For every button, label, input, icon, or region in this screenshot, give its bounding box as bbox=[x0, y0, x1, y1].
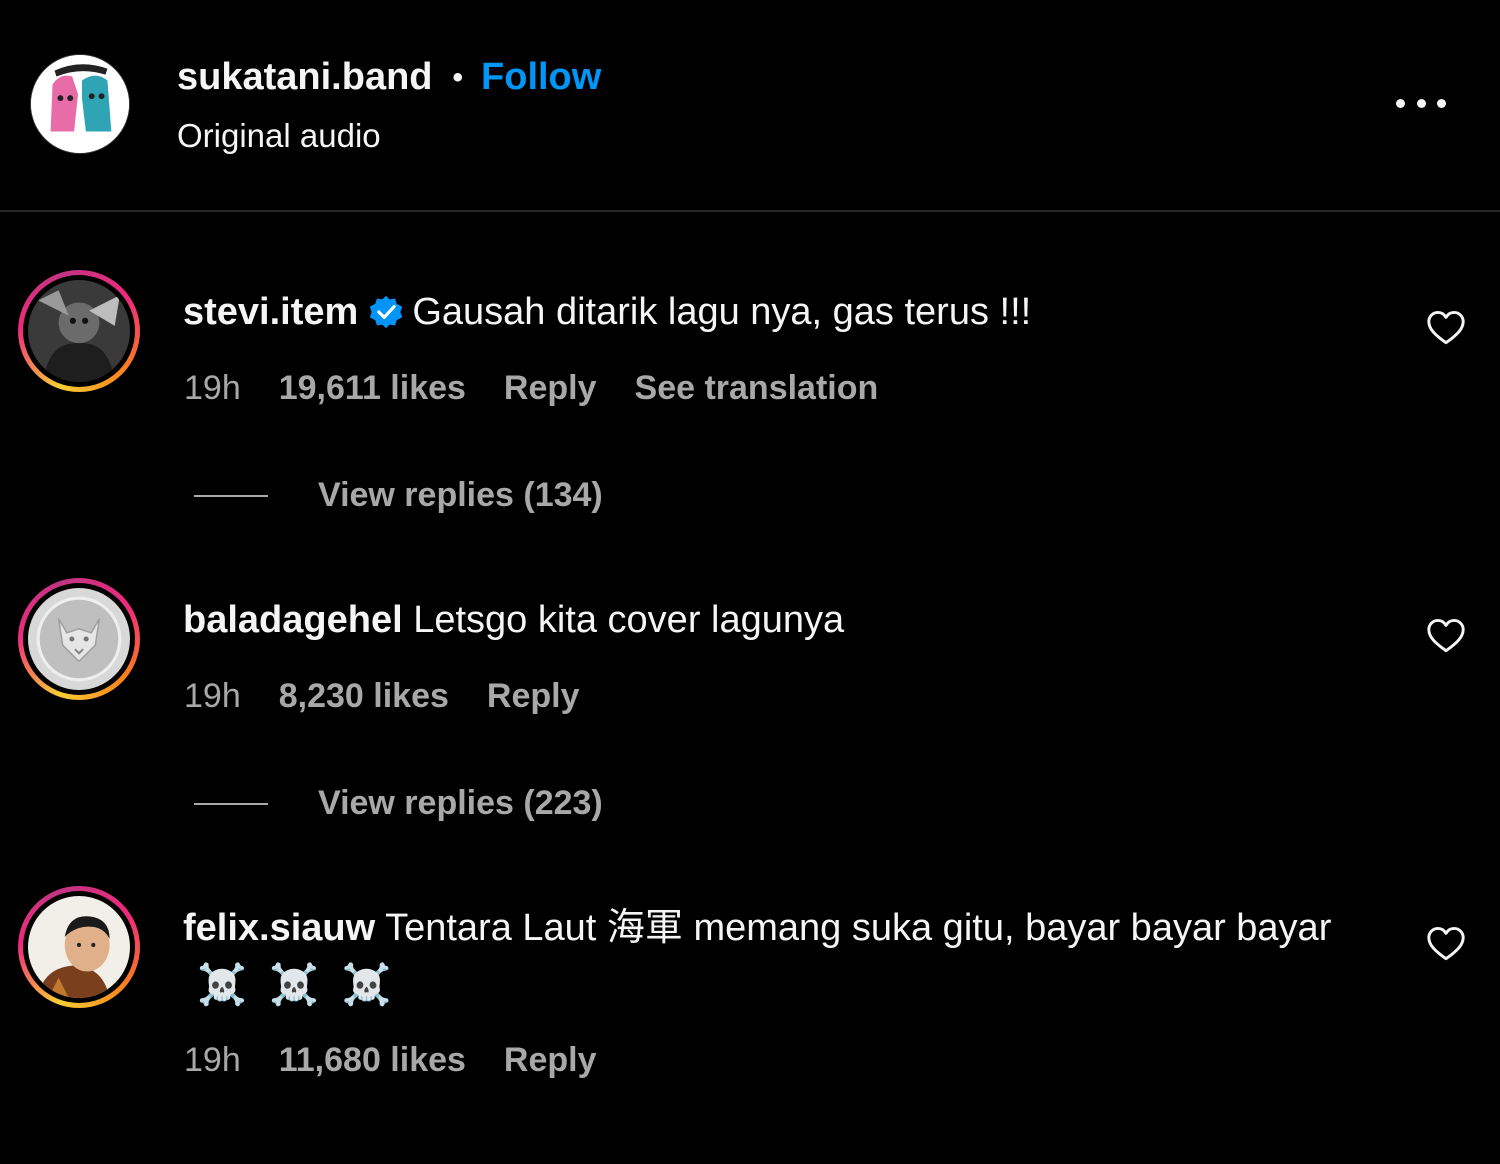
comment-body: Letsgo kita cover lagunya bbox=[413, 599, 845, 641]
avatar-border bbox=[23, 891, 135, 1003]
comment-username[interactable]: felix.siauw bbox=[183, 907, 375, 949]
see-translation-button[interactable]: See translation bbox=[635, 369, 879, 408]
comment-text: baladagehel Letsgo kita cover lagunya bbox=[183, 592, 1363, 649]
comment-username[interactable]: stevi.item bbox=[183, 291, 358, 333]
skull-emoji-icon: ☠️ bbox=[197, 963, 247, 1007]
view-replies-label: View replies (134) bbox=[318, 476, 603, 514]
avatar-image bbox=[28, 280, 130, 382]
skull-emoji-icon: ☠️ bbox=[269, 963, 320, 1007]
avatar-border bbox=[23, 275, 135, 387]
comment-username[interactable]: baladagehel bbox=[183, 599, 403, 641]
more-dot bbox=[1437, 98, 1446, 108]
comment-meta: 19h 11,680 likes Reply bbox=[184, 1041, 635, 1080]
view-replies-label: View replies (223) bbox=[318, 784, 603, 822]
comment-body: Tentara Laut 海軍 memang suka gitu, bayar … bbox=[385, 907, 1332, 949]
post-username[interactable]: sukatani.band bbox=[177, 56, 433, 99]
audio-label[interactable]: Original audio bbox=[177, 117, 381, 155]
avatar bbox=[28, 588, 130, 690]
separator-dot: • bbox=[452, 60, 464, 94]
story-ring[interactable] bbox=[18, 578, 140, 700]
follow-button[interactable]: Follow bbox=[481, 56, 601, 99]
comment-body: Gausah ditarik lagu nya, gas terus !!! bbox=[412, 291, 1032, 333]
avatar bbox=[28, 280, 130, 382]
post-header: sukatani.band • Follow Original audio bbox=[0, 0, 1500, 212]
band-avatar-image bbox=[31, 55, 129, 153]
comment-meta: 19h 19,611 likes Reply See translation bbox=[184, 369, 878, 408]
comment-time[interactable]: 19h bbox=[184, 677, 241, 716]
heart-icon[interactable] bbox=[1426, 618, 1466, 654]
comment-likes[interactable]: 11,680 likes bbox=[279, 1041, 466, 1080]
skull-emoji-icon: ☠️ bbox=[341, 963, 392, 1007]
comment-text: stevi.item Gausah ditarik lagu nya, gas t… bbox=[183, 284, 1363, 341]
view-replies-button[interactable]: View replies (134) bbox=[194, 476, 603, 515]
reply-button[interactable]: Reply bbox=[504, 369, 597, 408]
band-avatar[interactable] bbox=[30, 54, 130, 154]
replies-divider bbox=[194, 802, 268, 805]
view-replies-button[interactable]: View replies (223) bbox=[194, 784, 603, 823]
avatar-image bbox=[28, 896, 130, 998]
reply-button[interactable]: Reply bbox=[504, 1041, 597, 1080]
replies-divider bbox=[194, 494, 268, 497]
more-dot bbox=[1416, 98, 1426, 108]
more-dot bbox=[1396, 98, 1405, 108]
comment-meta: 19h 8,230 likes Reply bbox=[184, 677, 617, 716]
reply-button[interactable]: Reply bbox=[487, 677, 580, 716]
verified-badge-icon bbox=[368, 290, 404, 329]
avatar bbox=[28, 896, 130, 998]
post-user-line: sukatani.band • Follow bbox=[177, 56, 601, 99]
comment-text: felix.siauw Tentara Laut 海軍 memang suka … bbox=[183, 900, 1363, 1015]
more-horizontal-icon[interactable] bbox=[1396, 95, 1446, 111]
story-ring[interactable] bbox=[18, 270, 140, 392]
heart-icon[interactable] bbox=[1426, 926, 1466, 962]
comment-time[interactable]: 19h bbox=[184, 1041, 241, 1080]
comment-likes[interactable]: 19,611 likes bbox=[279, 369, 466, 408]
story-ring[interactable] bbox=[18, 886, 140, 1008]
avatar-image bbox=[28, 588, 130, 690]
comment-likes[interactable]: 8,230 likes bbox=[279, 677, 449, 716]
avatar-border bbox=[23, 583, 135, 695]
comment-time[interactable]: 19h bbox=[184, 369, 241, 408]
heart-icon[interactable] bbox=[1426, 310, 1466, 346]
